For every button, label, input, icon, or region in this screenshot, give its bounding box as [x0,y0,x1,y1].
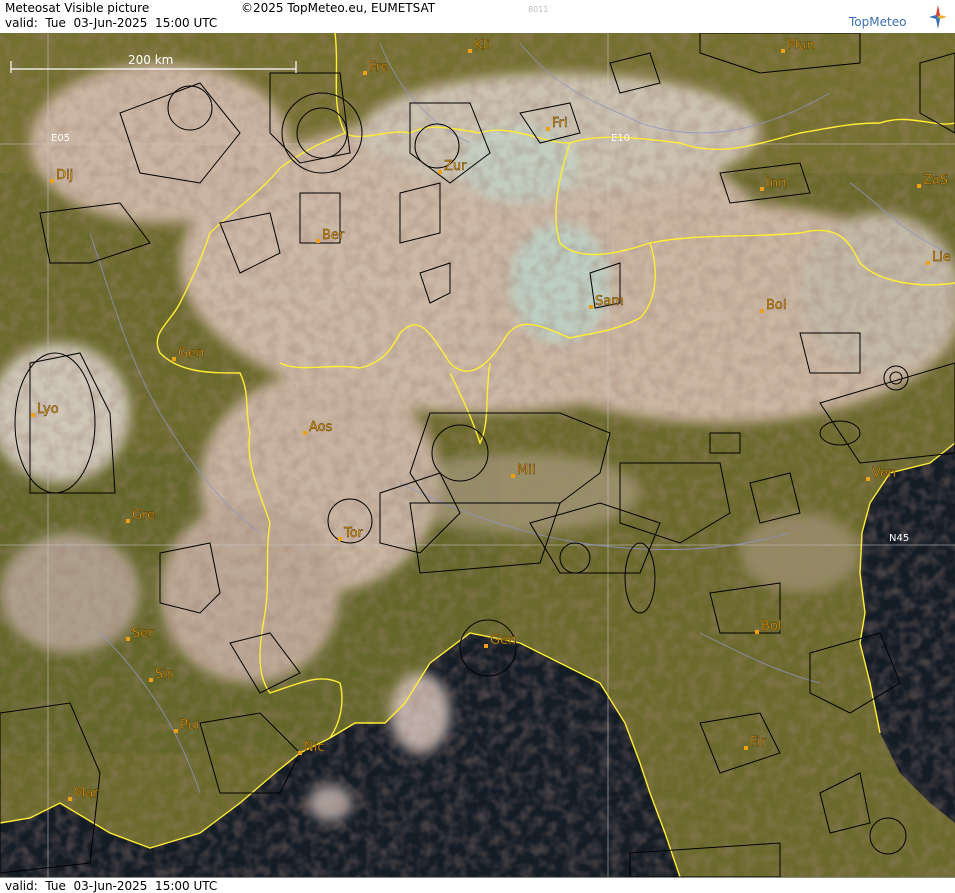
city-label: Ser [132,626,154,641]
city-label: Fre [369,60,389,75]
city-label: Pui [180,718,199,733]
city-label: Gre [132,508,155,523]
compass-star-icon [929,5,947,29]
city-label: Lyo [37,402,59,417]
city-dot [546,127,550,131]
city-dot [438,170,442,174]
city-label: Sam [595,294,624,309]
satellite-image: 200 km E05 E10 N45 Kli Mun Fre Fri Dij Zur Inn… [0,33,955,877]
city-dot [338,537,342,541]
footer-bar: valid: Tue 03-Jun-2025 15:00 UTC [0,877,955,893]
city-label: Tor [343,526,364,541]
grid-label-e05: E05 [51,133,70,144]
scale-bar-label: 200 km [128,53,173,67]
city-dot [149,678,153,682]
city-label: Fri [552,116,568,131]
city-dot [68,797,72,801]
city-label: Lie [932,250,951,265]
city-label: Mil [517,463,535,478]
image-code: 8011 [528,5,549,14]
city-label: Sis [155,667,174,682]
city-dot [363,71,367,75]
city-dot [744,746,748,750]
logo-text: TopMeteo [849,15,907,29]
city-label: Bol [761,619,781,634]
city-label: ZaS [923,173,948,188]
city-dot [589,305,593,309]
city-label: Kli [474,38,490,53]
city-dot [760,187,764,191]
city-label: Inn [766,176,786,191]
city-dot [298,751,302,755]
city-dot [126,519,130,523]
city-label: Gen [178,346,204,361]
header-bar: Meteosat Visible picture valid: Tue 03-J… [0,0,955,34]
city-label: Ber [322,228,345,243]
city-dot [760,309,764,313]
topmeteo-logo[interactable]: TopMeteo [849,3,949,31]
copyright-notice: ©2025 TopMeteo.eu, EUMETSAT [241,1,436,15]
city-label: Ven [872,466,896,481]
city-label: Zur [444,159,467,174]
city-label: Dij [56,168,73,183]
city-label: Aos [309,420,333,435]
city-dot [316,239,320,243]
city-dot [303,431,307,435]
city-dot [174,729,178,733]
valid-time: valid: Tue 03-Jun-2025 15:00 UTC [5,16,218,30]
city-dot [172,357,176,361]
city-dot [31,413,35,417]
city-label: Bol [766,298,786,313]
satellite-map-frame: Meteosat Visible picture valid: Tue 03-J… [0,0,955,893]
footer-valid-time: valid: Tue 03-Jun-2025 15:00 UTC [5,879,218,893]
city-dot [781,49,785,53]
grid-label-n45: N45 [889,533,909,544]
city-dot [926,261,930,265]
city-dot [126,637,130,641]
city-dot [468,49,472,53]
city-label: Nic [304,740,324,755]
city-dot [917,184,921,188]
city-label: Mun [787,38,815,53]
city-dot [50,179,54,183]
map-title: Meteosat Visible picture [5,1,150,15]
city-dot [484,644,488,648]
city-label: Fir [750,735,766,750]
city-label: Gen [490,633,516,648]
city-dot [866,477,870,481]
city-label: Mar [74,786,99,801]
city-dot [511,474,515,478]
grid-label-e10: E10 [611,133,630,144]
city-dot [755,630,759,634]
